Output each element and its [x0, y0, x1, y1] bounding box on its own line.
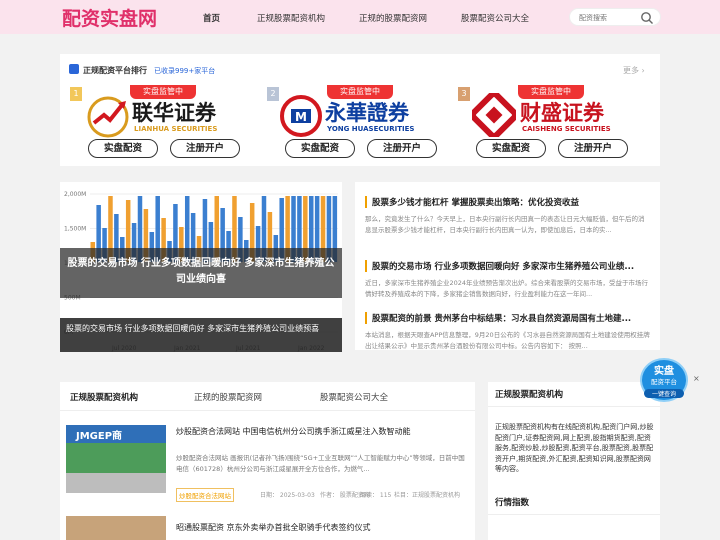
floating-ad[interactable]: 实盘 配资平台 一键查询: [640, 358, 690, 404]
search-box: [569, 8, 661, 26]
news-item[interactable]: 股票多少钱才能杠杆 掌握股票卖出策略：优化投资收益 那么，究竟发生了什么？今天早…: [365, 196, 650, 246]
sidebar-title: 正规股票配资机构: [495, 390, 564, 400]
y-tick-label: 1,500M: [64, 226, 86, 233]
tab-regular-institutions[interactable]: 正规股票配资机构: [70, 391, 138, 403]
thumbnail-text: JMGEP商: [76, 431, 123, 442]
broker-logo-icon: M: [280, 95, 322, 137]
register-button[interactable]: 注册开户: [367, 139, 437, 158]
slide-caption[interactable]: 股票的交易市场 行业多项数据回暖向好 多家深市生猪养殖公司业绩预喜: [60, 318, 342, 352]
broker-logo-icon: [87, 96, 129, 138]
slide-title[interactable]: 股票的交易市场 行业多项数据回暖向好 多家深市生猪养殖公司业绩向喜: [66, 256, 336, 288]
article-desc: 炒股配资合法网站 画报讯(记者孙飞扬)围绕“5G+工业互联网”“人工智能赋力中心…: [176, 454, 465, 473]
divider: [488, 514, 660, 515]
more-link[interactable]: 更多 ›: [623, 65, 645, 76]
news-desc: 近日，多家深市生猪养殖企业2024年业绩预告渐次出炉。综合来看股票的交易市场，受…: [365, 279, 649, 298]
search-input[interactable]: [579, 11, 639, 24]
nav-regular-institutions[interactable]: 正规股票配资机构: [257, 12, 325, 24]
article-thumbnail[interactable]: [66, 516, 166, 540]
rank-badge: 3: [458, 87, 470, 101]
real-trade-button[interactable]: 实盘配资: [285, 139, 355, 158]
rank-badge: 1: [70, 87, 82, 101]
broker-en-name: CAISHENG SECURITIES: [522, 125, 611, 133]
article-title[interactable]: 昭通股票配资 京东外卖举办首批全职骑手代表签约仪式: [176, 522, 466, 533]
news-item[interactable]: 股票的交易市场 行业多项数据回暖向好 多家深市生猪养殖公司业绩... 近日，多家…: [365, 260, 650, 310]
ad-line3: 一键查询: [644, 389, 684, 398]
ranking-icon: [69, 64, 79, 74]
real-trade-button[interactable]: 实盘配资: [88, 139, 158, 158]
news-item[interactable]: 股票配资的前景 贵州茅台中标结果：习水县自然资源局国有土地建... 本站消息，根…: [365, 312, 650, 362]
article-category: 栏目：正规股票配资机构: [394, 492, 461, 499]
broker-name: 财盛证券: [520, 100, 604, 125]
more-label: 更多: [623, 66, 639, 75]
y-tick-label: 2,000M: [64, 191, 86, 198]
news-title[interactable]: 股票多少钱才能杠杆 掌握股票卖出策略：优化投资收益: [365, 196, 650, 208]
article-title[interactable]: 炒股配资合法网站 中国电信杭州分公司携手浙江威星注入数智动能: [176, 426, 466, 437]
site-logo[interactable]: 配资实盘网: [62, 4, 157, 31]
news-title[interactable]: 股票配资的前景 贵州茅台中标结果：习水县自然资源局国有土地建...: [365, 312, 650, 324]
sidebar-panel: 正规股票配资机构 正规股票配资机构有在线配资机构,配资门户网,炒股配资门户,证券…: [488, 382, 660, 540]
register-button[interactable]: 注册开户: [170, 139, 240, 158]
svg-text:M: M: [295, 110, 307, 124]
broker-card[interactable]: 2 M 实盘监管中 永華證券 YONG HUASECURITIES 实盘配资 注…: [267, 85, 453, 163]
platform-title: 正规配资平台排行: [83, 66, 147, 75]
tab-company-directory[interactable]: 股票配资公司大全: [320, 391, 388, 403]
article-list-panel: 正规股票配资机构 正规的股票配资网 股票配资公司大全 JMGEP商 炒股配资合法…: [60, 382, 475, 540]
broker-name: 联华证券: [132, 100, 216, 125]
news-panel: 股票多少钱才能杠杆 掌握股票卖出策略：优化投资收益 那么，究竟发生了什么？今天早…: [355, 182, 660, 350]
article-tag[interactable]: 炒股配资合法网站: [176, 488, 234, 502]
divider: [60, 410, 475, 411]
register-button[interactable]: 注册开户: [558, 139, 628, 158]
sidebar-description: 正规股票配资机构有在线配资机构,配资门户网,炒股配资门户,证券配资网,网上配资,…: [495, 423, 654, 473]
chevron-right-icon: ›: [641, 66, 645, 75]
nav-regular-networks[interactable]: 正规的股票配资网: [359, 12, 427, 24]
tab-regular-networks[interactable]: 正规的股票配资网: [194, 391, 262, 403]
slide-caption-text: 股票的交易市场 行业多项数据回暖向好 多家深市生猪养殖公司业绩预喜: [66, 324, 320, 333]
market-index-title: 行情指数: [495, 498, 530, 508]
article-date: 日期： 2025-03-03: [260, 492, 315, 499]
broker-en-name: LIANHUA SECURITIES: [134, 125, 218, 133]
featured-slider[interactable]: 2,000M1,500M1,000M500M0MJul 2020Jan 2021…: [60, 182, 342, 352]
ad-line1: 实盘: [654, 366, 674, 377]
article-thumbnail[interactable]: JMGEP商: [66, 425, 166, 493]
article-views: 阅读： 115: [360, 492, 392, 499]
slide-overlay: 股票的交易市场 行业多项数据回暖向好 多家深市生猪养殖公司业绩向喜: [60, 248, 342, 298]
broker-name: 永華證券: [325, 100, 409, 125]
news-desc: 本站消息，根据天眼查APP信息整理，9月20日公布的《习水县自然资源局国有土地建…: [365, 331, 650, 350]
platform-count: 已收录999+家平台: [154, 67, 216, 75]
broker-card[interactable]: 3 实盘监管中 财盛证券 CAISHENG SECURITIES 实盘配资 注册…: [458, 85, 644, 163]
news-title[interactable]: 股票的交易市场 行业多项数据回暖向好 多家深市生猪养殖公司业绩...: [365, 260, 650, 272]
broker-logo-icon: [472, 93, 516, 137]
ad-line2: 配资平台: [651, 378, 677, 386]
search-icon[interactable]: [640, 11, 654, 25]
nav-home[interactable]: 首页: [203, 12, 220, 24]
broker-card[interactable]: 1 实盘监管中 联华证券 LIANHUA SECURITIES 实盘配资 注册开…: [70, 85, 256, 163]
broker-en-name: YONG HUASECURITIES: [327, 125, 415, 133]
nav-company-directory[interactable]: 股票配资公司大全: [461, 12, 529, 24]
real-trade-button[interactable]: 实盘配资: [476, 139, 546, 158]
top-navbar: 配资实盘网 首页 正规股票配资机构 正规的股票配资网 股票配资公司大全: [0, 0, 720, 34]
divider: [488, 406, 660, 407]
platform-ranking-panel: 正规配资平台排行 已收录999+家平台 更多 › 1 实盘监管中 联华证券 LI…: [60, 54, 660, 166]
close-icon[interactable]: ×: [693, 374, 700, 383]
news-desc: 那么，究竟发生了什么？今天早上，日本央行副行长内田真一的表态让日元大幅贬值，但午…: [365, 215, 645, 234]
